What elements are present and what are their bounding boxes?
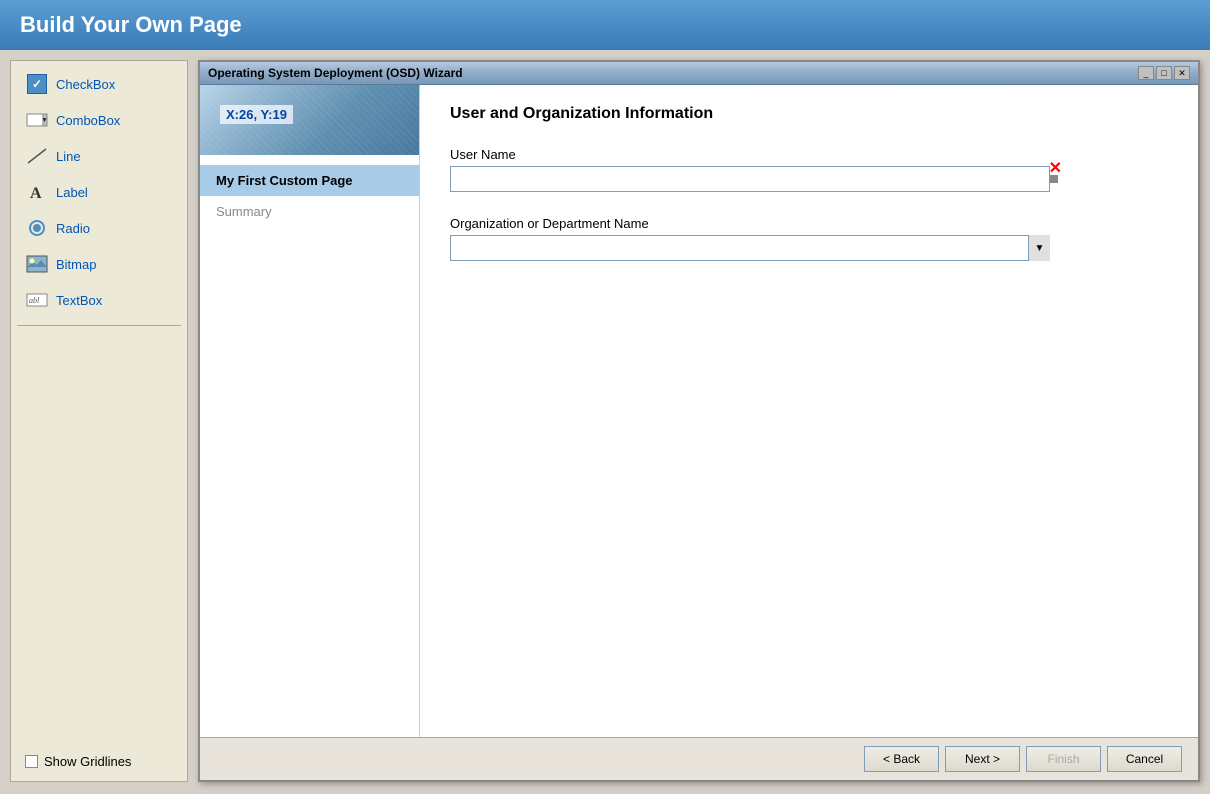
toolbox-divider [17,325,181,326]
coords-display: X:26, Y:19 [220,105,293,124]
combobox-label: ComboBox [56,113,120,128]
nav-item-summary[interactable]: Summary [200,196,419,227]
svg-text:abl: abl [29,296,40,305]
resize-handle[interactable] [1050,175,1058,183]
finish-button[interactable]: Finish [1026,746,1101,772]
next-button[interactable]: Next > [945,746,1020,772]
wizard-form: User and Organization Information User N… [420,85,1198,737]
gridlines-label: Show Gridlines [44,754,131,769]
nav-item-custom-page[interactable]: My First Custom Page [200,165,419,196]
label-icon: A [26,181,48,203]
username-input-wrapper: ✕ [450,166,1050,192]
line-label: Line [56,149,81,164]
line-icon [26,145,48,167]
checkbox-label: CheckBox [56,77,115,92]
combobox-icon: ▼ [26,109,48,131]
textbox-icon: abl [26,289,48,311]
toolbox-item-line[interactable]: Line [17,139,181,173]
toolbox-item-radio[interactable]: Radio [17,211,181,245]
form-title: User and Organization Information [450,105,1168,123]
wizard-window: Operating System Deployment (OSD) Wizard… [198,60,1200,782]
main-layout: CheckBox ▼ ComboBox Line [0,50,1210,792]
back-button[interactable]: < Back [864,746,939,772]
username-input[interactable] [450,166,1050,192]
bitmap-icon [26,253,48,275]
window-controls: _ □ ✕ [1138,66,1190,80]
toolbox-item-label[interactable]: A Label [17,175,181,209]
toolbox: CheckBox ▼ ComboBox Line [10,60,188,782]
show-gridlines-container[interactable]: Show Gridlines [17,748,181,775]
toolbox-item-textbox[interactable]: abl TextBox [17,283,181,317]
bitmap-label: Bitmap [56,257,96,272]
wizard-content: X:26, Y:19 My First Custom Page Summary … [200,85,1198,737]
orgname-group: Organization or Department Name ▼ [450,216,1168,261]
orgname-select[interactable] [450,235,1050,261]
wizard-bottom: < Back Next > Finish Cancel [200,737,1198,780]
checkbox-icon [26,73,48,95]
toolbox-item-combobox[interactable]: ▼ ComboBox [17,103,181,137]
toolbox-item-checkbox[interactable]: CheckBox [17,67,181,101]
orgname-select-wrapper: ▼ [450,235,1050,261]
svg-text:A: A [30,185,42,202]
username-group: User Name ✕ [450,147,1168,192]
close-button[interactable]: ✕ [1174,66,1190,80]
wizard-banner: X:26, Y:19 [200,85,420,155]
minimize-button[interactable]: _ [1138,66,1154,80]
label-label: Label [56,185,88,200]
orgname-label: Organization or Department Name [450,216,1168,231]
radio-icon [26,217,48,239]
textbox-label: TextBox [56,293,102,308]
toolbox-item-bitmap[interactable]: Bitmap [17,247,181,281]
app-title: Build Your Own Page [20,12,242,37]
gridlines-checkbox[interactable] [25,755,38,768]
cancel-button[interactable]: Cancel [1107,746,1182,772]
window-title: Operating System Deployment (OSD) Wizard [208,66,463,80]
window-titlebar: Operating System Deployment (OSD) Wizard… [200,62,1198,85]
app-header: Build Your Own Page [0,0,1210,50]
svg-text:▼: ▼ [41,117,48,124]
maximize-button[interactable]: □ [1156,66,1172,80]
wizard-nav: My First Custom Page Summary [200,155,420,737]
radio-label: Radio [56,221,90,236]
